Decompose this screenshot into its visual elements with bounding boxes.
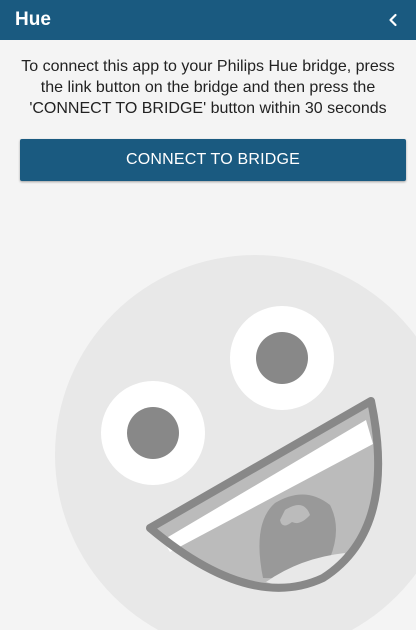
- left-eye-pupil: [127, 407, 179, 459]
- laughing-face-icon: [55, 255, 416, 630]
- right-eye-pupil: [256, 332, 308, 384]
